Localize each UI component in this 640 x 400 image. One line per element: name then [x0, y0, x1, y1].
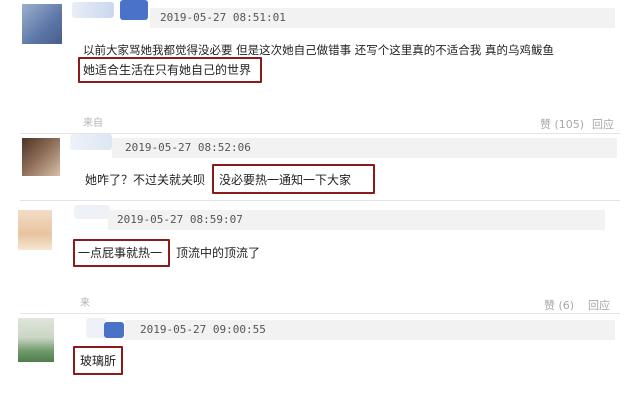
username-blurred[interactable] — [74, 205, 110, 219]
divider — [20, 313, 620, 314]
comment-text: 以前大家骂她我都觉得没必要 但是这次她自己做错事 还写个这里真的不适合我 真的乌… — [83, 43, 554, 57]
comment-text: 顶流中的顶流了 — [176, 246, 261, 260]
like-button[interactable]: 赞 (105) — [540, 116, 584, 132]
comment-timestamp: 2019-05-27 08:51:01 — [160, 11, 286, 24]
reply-button[interactable]: 回应 — [592, 116, 614, 132]
divider — [20, 200, 620, 201]
comment-timestamp: 2019-05-27 08:52:06 — [125, 141, 251, 154]
highlight-box — [78, 57, 262, 83]
avatar[interactable] — [18, 318, 54, 362]
username-blurred[interactable] — [72, 2, 114, 18]
username-blurred[interactable] — [86, 318, 106, 338]
highlight-box — [212, 164, 375, 194]
comment-source: 来自 — [83, 118, 103, 129]
username-blurred[interactable] — [70, 134, 112, 150]
username-blurred — [120, 0, 148, 20]
comment-text: 她咋了？不过关就关呗 — [85, 173, 206, 187]
avatar[interactable] — [18, 210, 52, 250]
avatar[interactable] — [22, 4, 62, 44]
comment-timestamp: 2019-05-27 09:00:55 — [140, 323, 266, 336]
comment-timestamp: 2019-05-27 08:59:07 — [117, 213, 243, 226]
reply-button[interactable]: 回应 — [588, 297, 610, 313]
highlight-box — [73, 346, 123, 375]
avatar[interactable] — [22, 138, 60, 176]
like-button[interactable]: 赞 (6) — [544, 297, 574, 313]
comment-source: 来 — [80, 298, 90, 309]
username-blurred — [104, 322, 124, 338]
highlight-box — [73, 239, 170, 267]
